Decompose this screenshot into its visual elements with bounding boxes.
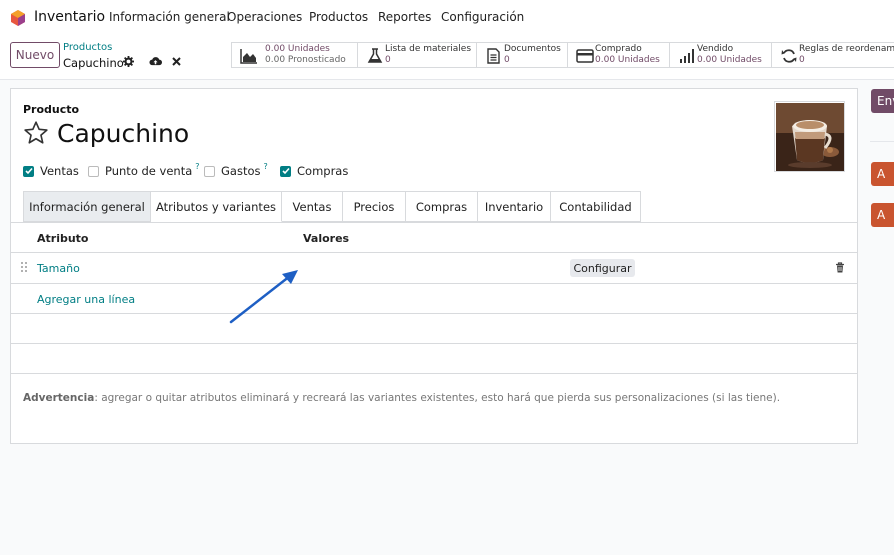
stat-forecast-value: 0.00 Pronosticado bbox=[265, 55, 346, 65]
stat-sold-value: 0.00 Unidades bbox=[697, 55, 762, 65]
avatar[interactable]: A bbox=[871, 203, 894, 227]
checkbox-empty[interactable] bbox=[88, 165, 99, 177]
checkbox-compras[interactable]: Compras bbox=[280, 164, 348, 178]
menu-operaciones[interactable]: Operaciones bbox=[227, 10, 302, 24]
refresh-icon bbox=[781, 49, 797, 63]
checkbox-gastos[interactable]: Gastos ? bbox=[204, 162, 268, 178]
stat-reorder-value: 0 bbox=[799, 55, 805, 65]
checkbox-ventas[interactable]: Ventas bbox=[23, 164, 79, 178]
notebook-tabs: Información general Atributos y variante… bbox=[23, 191, 641, 222]
gear-icon[interactable] bbox=[122, 55, 134, 67]
tab-inventario[interactable]: Inventario bbox=[478, 191, 551, 222]
credit-card-icon bbox=[576, 49, 594, 63]
send-button[interactable]: Enviar bbox=[871, 89, 894, 113]
stat-button-documents[interactable]: Documentos 0 bbox=[476, 42, 567, 68]
tab-atributos-y-variantes[interactable]: Atributos y variantes bbox=[151, 191, 282, 222]
product-image[interactable] bbox=[774, 101, 845, 172]
send-button-label: Enviar bbox=[877, 94, 894, 108]
trash-icon[interactable] bbox=[835, 262, 845, 273]
stat-on-hand-value: 0.00 Unidades bbox=[265, 44, 330, 54]
help-icon[interactable]: ? bbox=[264, 162, 268, 171]
product-name-field[interactable]: Capuchino bbox=[57, 119, 189, 148]
checkbox-punto-de-venta[interactable]: Punto de venta ? bbox=[88, 162, 200, 178]
breadcrumb-parent[interactable]: Productos bbox=[63, 42, 112, 53]
menu-productos[interactable]: Productos bbox=[309, 10, 368, 24]
stat-purchased-label: Comprado bbox=[595, 44, 642, 54]
cloud-upload-icon[interactable] bbox=[148, 55, 162, 67]
add-line-link[interactable]: Agregar una línea bbox=[37, 293, 135, 306]
checkbox-ventas-label: Ventas bbox=[40, 164, 79, 178]
stat-sold-label: Vendido bbox=[697, 44, 734, 54]
close-icon[interactable] bbox=[170, 55, 182, 67]
avatar-initial: A bbox=[877, 208, 886, 222]
stat-bom-value: 0 bbox=[385, 55, 391, 65]
tab-contabilidad[interactable]: Contabilidad bbox=[551, 191, 641, 222]
warning-message: Advertencia: agregar o quitar atributos … bbox=[23, 392, 780, 404]
star-icon[interactable] bbox=[23, 120, 49, 146]
menu-informacion-general[interactable]: Información general bbox=[109, 10, 230, 24]
configure-button[interactable]: Configurar bbox=[570, 259, 635, 277]
tab-ventas[interactable]: Ventas bbox=[282, 191, 343, 222]
avatar-initial: A bbox=[877, 167, 886, 181]
document-icon bbox=[487, 48, 500, 64]
product-label: Producto bbox=[23, 103, 80, 116]
menu-reportes[interactable]: Reportes bbox=[378, 10, 431, 24]
tab-compras[interactable]: Compras bbox=[406, 191, 478, 222]
stat-button-sold[interactable]: Vendido 0.00 Unidades bbox=[669, 42, 771, 68]
column-header-valores[interactable]: Valores bbox=[303, 232, 349, 245]
top-navbar: Inventario Información general Operacion… bbox=[0, 0, 894, 36]
table-bottom-border bbox=[11, 373, 857, 374]
stat-button-on-hand[interactable]: 0.00 Unidades 0.00 Pronosticado bbox=[231, 42, 357, 68]
area-chart-icon bbox=[240, 49, 257, 64]
form-sheet: Producto Capuchino Ventas Punto de venta… bbox=[10, 88, 858, 444]
avatar[interactable]: A bbox=[871, 162, 894, 186]
control-panel: Nuevo Productos Capuchino 0.00 Unidades … bbox=[0, 36, 894, 80]
menu-configuracion[interactable]: Configuración bbox=[441, 10, 524, 24]
checkbox-compras-label: Compras bbox=[297, 164, 349, 178]
table-row[interactable]: Tamaño Configurar bbox=[11, 252, 857, 283]
warning-text: : agregar o quitar atributos eliminará y… bbox=[94, 392, 781, 404]
column-header-atributo[interactable]: Atributo bbox=[37, 232, 89, 245]
drag-handle-icon[interactable] bbox=[20, 261, 28, 273]
check-icon[interactable] bbox=[23, 165, 34, 177]
stat-reorder-label: Reglas de reordenam bbox=[799, 44, 894, 54]
attribute-cell[interactable]: Tamaño bbox=[37, 262, 80, 275]
empty-row bbox=[11, 343, 857, 373]
new-button[interactable]: Nuevo bbox=[10, 42, 60, 68]
stat-documents-value: 0 bbox=[504, 55, 510, 65]
check-icon[interactable] bbox=[280, 165, 291, 177]
stat-bom-label: Lista de materiales bbox=[385, 44, 472, 54]
add-line-row: Agregar una línea bbox=[11, 283, 857, 313]
checkbox-empty[interactable] bbox=[204, 165, 215, 177]
stat-button-purchased[interactable]: Comprado 0.00 Unidades bbox=[567, 42, 669, 68]
chatter-divider bbox=[870, 141, 894, 142]
stat-purchased-value: 0.00 Unidades bbox=[595, 55, 660, 65]
app-name[interactable]: Inventario bbox=[34, 9, 105, 25]
breadcrumb-current: Capuchino bbox=[63, 56, 124, 70]
table-header: Atributo Valores bbox=[11, 222, 857, 252]
warning-title: Advertencia bbox=[23, 392, 95, 404]
help-icon[interactable]: ? bbox=[195, 162, 199, 171]
checkbox-punto-de-venta-label: Punto de venta bbox=[105, 164, 193, 178]
flask-icon bbox=[367, 48, 383, 63]
tab-precios[interactable]: Precios bbox=[343, 191, 406, 222]
empty-row bbox=[11, 313, 857, 343]
checkbox-gastos-label: Gastos bbox=[221, 164, 261, 178]
inventory-app-icon[interactable] bbox=[10, 10, 26, 26]
bar-chart-icon bbox=[680, 49, 694, 63]
tab-informacion-general[interactable]: Información general bbox=[23, 191, 151, 222]
stat-documents-label: Documentos bbox=[504, 44, 561, 54]
stat-button-bom[interactable]: Lista de materiales 0 bbox=[357, 42, 476, 68]
stat-button-reorder-rules[interactable]: Reglas de reordenam 0 bbox=[771, 42, 894, 68]
